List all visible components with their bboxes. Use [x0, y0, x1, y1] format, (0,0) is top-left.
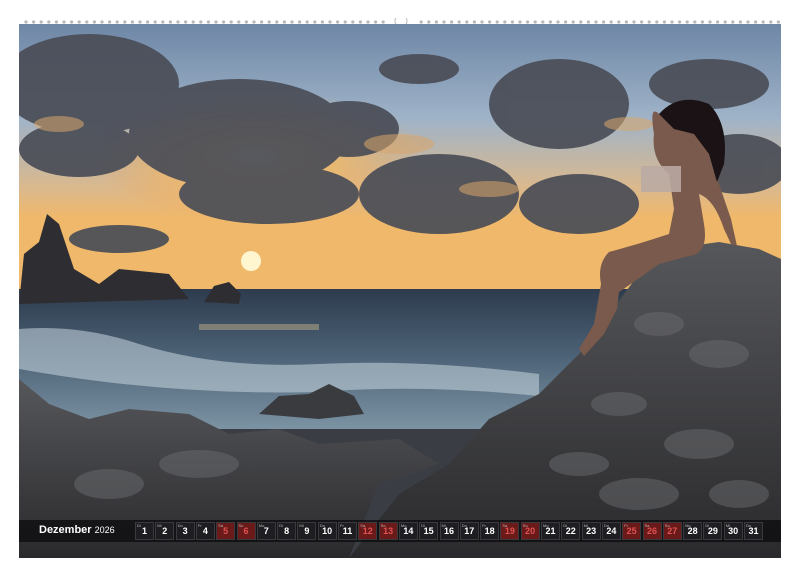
- day-cell: Di 29: [703, 522, 723, 540]
- day-cell: Do 3: [175, 522, 195, 540]
- day-cell: Mo 28: [683, 522, 703, 540]
- day-cell: So 20: [520, 522, 540, 540]
- day-cell: Mi 9: [297, 522, 317, 540]
- day-cell: Mo 21: [541, 522, 560, 540]
- weekday-label: Do: [319, 523, 325, 528]
- weekday-label: Fr: [197, 523, 202, 528]
- month-name: Dezember: [39, 524, 92, 536]
- day-cell: Mi 16: [439, 522, 459, 540]
- day-cell: So 27: [662, 522, 682, 540]
- weekday-label: Mi: [583, 523, 588, 528]
- day-cell: Di 1: [135, 522, 154, 540]
- weekday-label: Di: [421, 523, 425, 528]
- weekday-label: Di: [563, 523, 568, 528]
- day-cell: Fr 4: [195, 522, 215, 540]
- weekday-label: Di: [705, 523, 710, 528]
- weekday-label: Mo: [400, 523, 407, 528]
- weekday-label: Do: [461, 523, 467, 528]
- weekday-label: Do: [746, 523, 752, 528]
- calendar-bar: Dezember 2026 Di 1 Mi 2 Do 3 Fr 4 Sa 5 So 6 Mo 7 Di 8 Mi 9…: [19, 520, 781, 542]
- weekday-label: So: [522, 523, 528, 528]
- day-cell: Mi 23: [581, 522, 601, 540]
- day-cell: Do 24: [601, 522, 621, 540]
- weekday-label: Mi: [725, 523, 730, 528]
- weekday-label: So: [238, 523, 244, 528]
- day-cell: Sa 19: [500, 522, 520, 540]
- weekday-label: Sa: [360, 523, 366, 528]
- day-cell: Mo 7: [256, 522, 276, 540]
- weekday-label: Sa: [644, 523, 650, 528]
- day-cell: Fr 25: [622, 522, 642, 540]
- day-cell: Di 8: [277, 522, 297, 540]
- weekday-label: Di: [137, 523, 141, 528]
- weekday-label: Do: [603, 523, 610, 528]
- weekday-label: So: [380, 523, 386, 528]
- weekday-label: Sa: [502, 523, 508, 528]
- seascape-sunset-image: [19, 24, 781, 558]
- day-cell: Mi 30: [723, 522, 743, 540]
- day-cell: Sa 5: [216, 522, 236, 540]
- day-cell: Do 10: [317, 522, 337, 540]
- weekday-label: Sa: [218, 523, 224, 528]
- day-cell: Do 17: [459, 522, 479, 540]
- day-cell: Fr 18: [480, 522, 500, 540]
- weekday-label: Mo: [543, 523, 549, 528]
- day-cell: Mi 2: [155, 522, 175, 540]
- day-cell: Di 22: [561, 522, 581, 540]
- censor-block: [641, 166, 681, 192]
- weekday-label: Do: [177, 523, 183, 528]
- calendar-photo: [19, 24, 781, 558]
- day-cell: So 6: [236, 522, 256, 540]
- weekday-label: So: [664, 523, 670, 528]
- weekday-label: Mo: [258, 523, 265, 528]
- day-cell: Mo 14: [398, 522, 418, 540]
- day-cell: Do 31: [744, 522, 763, 540]
- weekday-label: Di: [279, 523, 283, 528]
- weekday-label: Mi: [441, 523, 446, 528]
- calendar-page: Dezember 2026 Di 1 Mi 2 Do 3 Fr 4 Sa 5 So 6 Mo 7 Di 8 Mi 9…: [0, 0, 800, 577]
- weekday-label: Mi: [299, 523, 304, 528]
- weekday-label: Mo: [685, 523, 691, 528]
- day-cell: Di 15: [419, 522, 439, 540]
- weekday-label: Fr: [482, 523, 486, 528]
- day-cell: Fr 11: [338, 522, 357, 540]
- weekday-label: Mi: [157, 523, 162, 528]
- day-cell: Sa 12: [358, 522, 378, 540]
- sun-reflection: [199, 324, 319, 330]
- month-label: Dezember 2026: [39, 524, 115, 536]
- weekday-label: Fr: [340, 523, 344, 528]
- weekday-label: Fr: [624, 523, 628, 528]
- sun: [241, 251, 261, 271]
- day-cell: Sa 26: [642, 522, 662, 540]
- year: 2026: [94, 525, 115, 535]
- day-cell: So 13: [378, 522, 398, 540]
